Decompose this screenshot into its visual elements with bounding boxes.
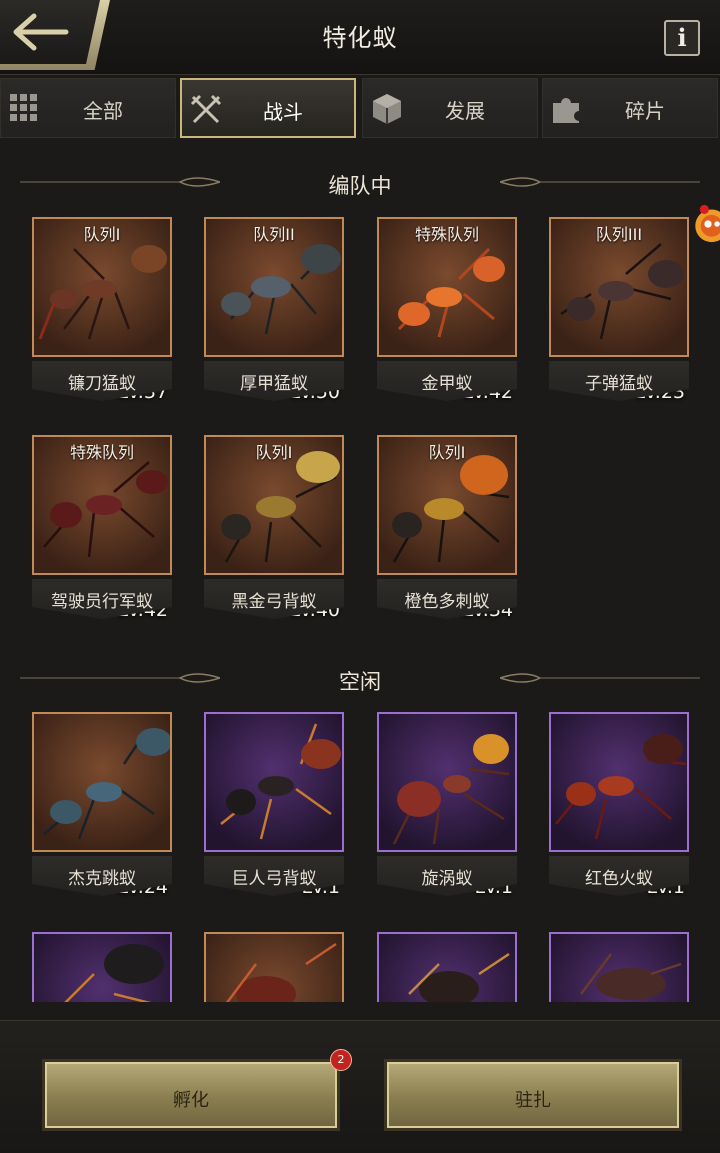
tab-all-label: 全部 xyxy=(83,99,123,123)
ant-card[interactable]: Lv.1 巨人弓背蚁 xyxy=(204,712,344,902)
ant-name: 旋涡蚁 xyxy=(421,869,473,889)
ant-card[interactable]: Lv.24 杰克跳蚁 xyxy=(32,712,172,902)
ant-portrait xyxy=(204,932,344,1002)
ant-image xyxy=(392,734,510,845)
ant-portrait xyxy=(377,712,517,852)
ant-name: 镰刀猛蚁 xyxy=(68,374,136,394)
ant-name: 子弹猛蚁 xyxy=(585,374,653,394)
team-label: 特殊队列 xyxy=(414,225,479,244)
team-label: 队列I xyxy=(83,225,121,244)
ant-card[interactable]: 队列I Lv.34 橙色多刺蚁 xyxy=(377,435,517,625)
tab-fragments[interactable]: 碎片 xyxy=(542,78,718,138)
ant-card[interactable] xyxy=(377,932,517,1002)
ant-card[interactable]: 队列II Lv.50 厚甲猛蚁 xyxy=(204,217,344,407)
ant-name: 巨人弓背蚁 xyxy=(231,869,317,889)
garrison-button[interactable]: 驻扎 xyxy=(384,1059,682,1131)
ant-card[interactable] xyxy=(32,932,172,1002)
ant-portrait xyxy=(377,932,517,1002)
notification-bubble-icon[interactable] xyxy=(690,204,720,244)
tab-fragments-label: 碎片 xyxy=(625,99,665,123)
page-title: 特化蚁 xyxy=(322,24,398,52)
ant-name: 杰克跳蚁 xyxy=(68,869,136,889)
team-label: 特殊队列 xyxy=(69,443,134,462)
garrison-button-label: 驻扎 xyxy=(515,1090,551,1111)
team-label: 队列II xyxy=(253,225,295,244)
ant-card[interactable]: 特殊队列 Lv.42 金甲蚁 xyxy=(377,217,517,407)
tab-combat[interactable]: 战斗 xyxy=(180,78,356,138)
ant-card[interactable]: 特殊队列 Lv.42 驾驶员行军蚁 xyxy=(32,435,172,625)
ant-portrait xyxy=(204,712,344,852)
ant-name: 金甲蚁 xyxy=(421,374,473,394)
ant-name: 厚甲猛蚁 xyxy=(240,374,308,394)
ant-card[interactable] xyxy=(549,932,689,1002)
ant-portrait xyxy=(549,712,689,852)
ant-card[interactable]: 队列I Lv.37 镰刀猛蚁 xyxy=(32,217,172,407)
ant-name: 橙色多刺蚁 xyxy=(404,592,490,612)
tab-development-label: 发展 xyxy=(445,99,485,123)
ant-portrait xyxy=(32,712,172,852)
ant-name: 驾驶员行军蚁 xyxy=(51,592,153,612)
ant-card[interactable] xyxy=(204,932,344,1002)
team-label: 队列I xyxy=(255,443,293,462)
ant-image xyxy=(555,734,687,840)
ant-image xyxy=(220,723,341,840)
header-bar: 特化蚁 i xyxy=(0,0,720,75)
tab-all[interactable]: 全部 xyxy=(0,78,176,138)
hatch-button[interactable]: 孵化 xyxy=(42,1059,340,1131)
ant-image xyxy=(43,728,170,840)
ant-name: 黑金弓背蚁 xyxy=(231,592,317,612)
tab-combat-label: 战斗 xyxy=(263,100,303,124)
ant-portrait xyxy=(549,932,689,1002)
ant-card[interactable]: 队列III Lv.23 子弹猛蚁 xyxy=(549,217,689,407)
team-label: 队列III xyxy=(595,225,643,244)
ant-card[interactable]: Lv.1 旋涡蚁 xyxy=(377,712,517,902)
section-divider-right xyxy=(500,177,700,187)
hatch-notification-badge: 2 xyxy=(330,1049,352,1071)
team-label: 队列I xyxy=(428,443,466,462)
category-tabs: 全部 战斗 发展 碎片 xyxy=(0,76,720,140)
ant-card[interactable]: 队列I Lv.40 黑金弓背蚁 xyxy=(204,435,344,625)
info-button[interactable]: i xyxy=(664,20,700,56)
hatch-button-label: 孵化 xyxy=(173,1090,209,1111)
tab-development[interactable]: 发展 xyxy=(362,78,538,138)
ant-list[interactable]: 编队中 队列I Lv.37 镰刀猛蚁 xyxy=(0,142,720,1002)
ant-portrait xyxy=(32,932,172,1002)
ant-card[interactable]: Lv.1 红色火蚁 xyxy=(549,712,689,902)
bottom-action-bar: 孵化 2 驻扎 xyxy=(0,1020,720,1153)
section-divider-right xyxy=(500,673,700,683)
ant-name: 红色火蚁 xyxy=(585,869,653,889)
